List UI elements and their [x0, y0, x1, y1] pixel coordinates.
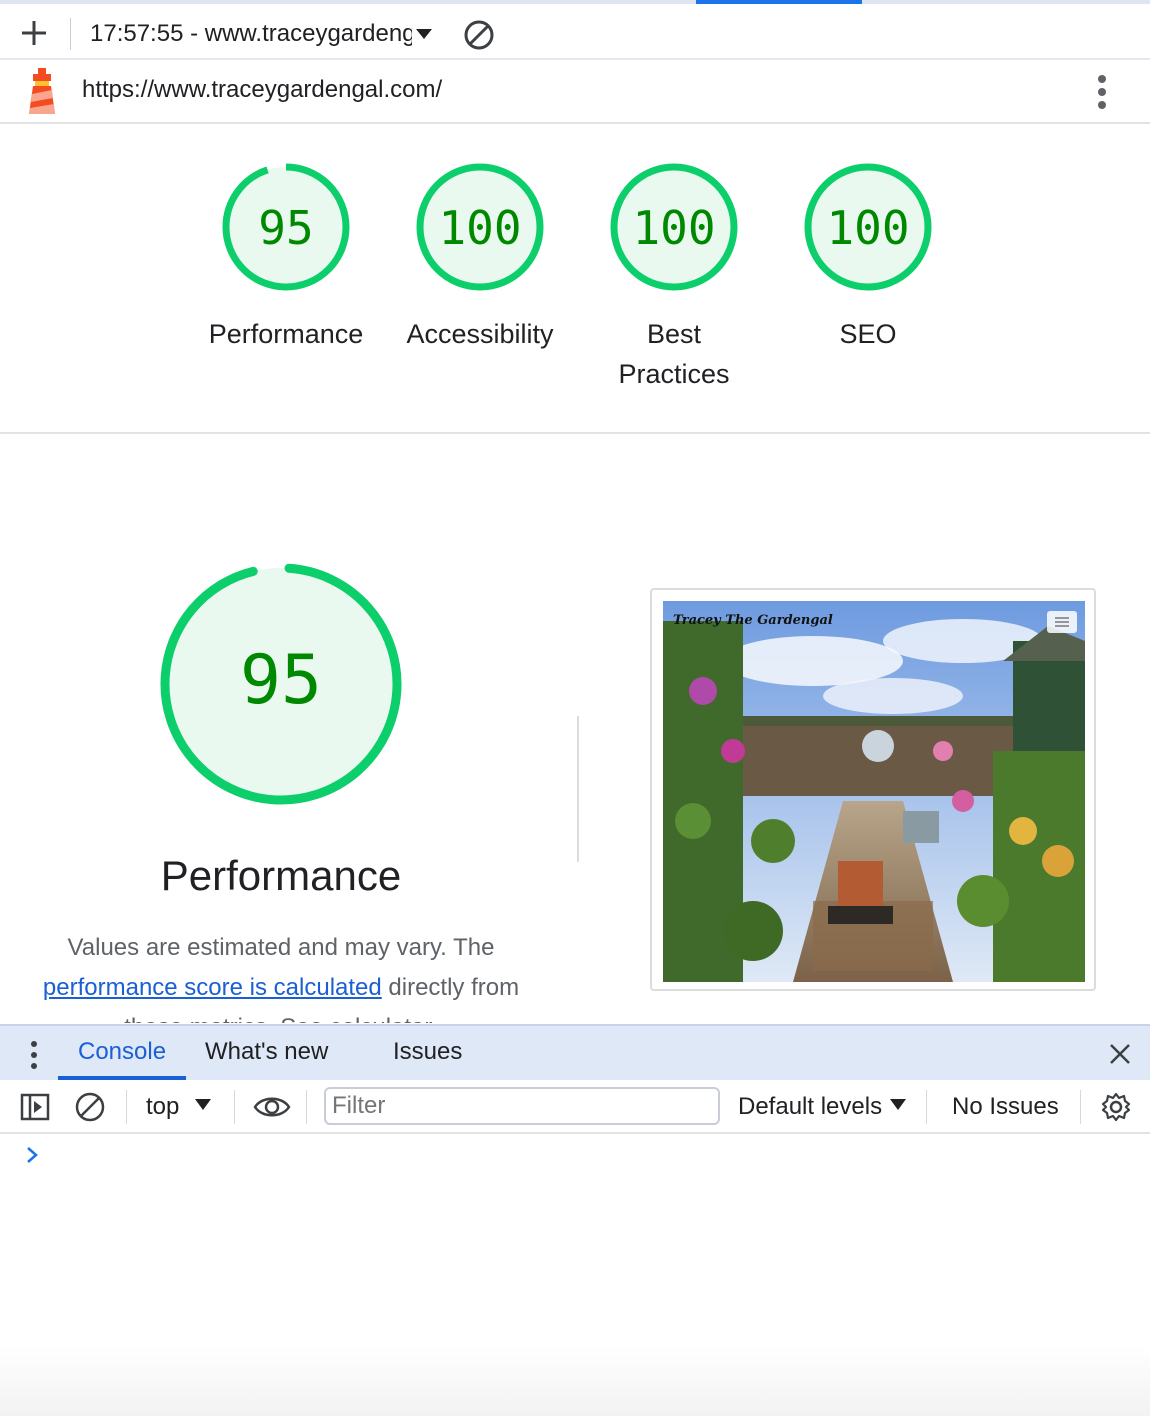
drawer-tab-bar: Console What's new Issues	[0, 1024, 1150, 1080]
report-selector-label: 17:57:55 - www.traceygardengal.com	[90, 20, 412, 47]
report-url[interactable]: https://www.traceygardengal.com/	[82, 76, 442, 104]
gauge-performance[interactable]: 95 Performance	[196, 162, 376, 354]
performance-gauge-large: 95	[140, 560, 422, 810]
gauge-best-practices[interactable]: 100 Best Practices	[584, 162, 764, 394]
toolbar-divider	[70, 18, 71, 50]
toolbar-divider	[926, 1090, 927, 1124]
final-screenshot[interactable]: Tracey The Gardengal	[650, 588, 1096, 991]
tab-issues[interactable]: Issues	[393, 1038, 462, 1066]
screenshot-site-title: Tracey The Gardengal	[673, 613, 833, 628]
console-toolbar: top Default levels No Issues	[0, 1080, 1150, 1134]
toolbar-divider	[126, 1090, 127, 1124]
hamburger-menu-icon	[1047, 611, 1077, 633]
context-label: top	[146, 1093, 180, 1120]
gauge-score: 95	[258, 201, 313, 255]
sidebar-toggle-icon[interactable]	[20, 1092, 50, 1122]
context-selector[interactable]: top	[146, 1093, 212, 1121]
clear-console-icon[interactable]	[74, 1091, 106, 1123]
log-levels-label: Default levels	[738, 1093, 883, 1120]
log-levels-dropdown[interactable]: Default levels	[738, 1093, 907, 1121]
gear-icon[interactable]	[1100, 1091, 1132, 1123]
performance-score: 95	[240, 641, 322, 720]
filter-input[interactable]	[324, 1087, 720, 1125]
gauge-seo[interactable]: 100 SEO	[778, 162, 958, 354]
tab-console[interactable]: Console	[78, 1038, 166, 1066]
plus-icon[interactable]	[18, 17, 50, 49]
gauge-score: 100	[826, 201, 909, 255]
chevron-down-icon	[416, 29, 432, 39]
gauge-ring: 95	[222, 163, 350, 291]
gauge-ring: 100	[610, 163, 738, 291]
report-selector[interactable]: 17:57:55 - www.traceygardengal.com	[90, 16, 440, 52]
toolbar-divider	[306, 1090, 307, 1124]
section-divider	[577, 716, 579, 862]
gauge-ring: 100	[804, 163, 932, 291]
garden-screenshot-image: Tracey The Gardengal	[663, 601, 1085, 982]
gauge-label: SEO	[839, 319, 897, 349]
close-icon[interactable]	[1106, 1040, 1134, 1068]
more-tabs-icon[interactable]	[24, 1040, 44, 1070]
report-run-bar: 17:57:55 - www.traceygardengal.com	[0, 0, 1150, 60]
chevron-down-icon	[195, 1099, 212, 1111]
eye-icon[interactable]	[252, 1092, 292, 1122]
gauge-accessibility[interactable]: 100 Accessibility	[390, 162, 570, 354]
performance-gauge-ring: 95	[160, 563, 402, 805]
tab-whats-new[interactable]: What's new	[205, 1038, 328, 1066]
garden-photo	[663, 601, 1085, 982]
chevron-down-icon	[890, 1099, 907, 1111]
gauge-label: Performance	[208, 319, 364, 349]
gauge-label: Best Practices	[618, 319, 730, 389]
clear-icon[interactable]	[462, 18, 496, 52]
description-text: Values are estimated and may vary. The	[67, 934, 495, 961]
gauge-label: Accessibility	[406, 319, 554, 349]
performance-title: Performance	[160, 852, 402, 899]
kebab-menu-icon[interactable]	[1092, 74, 1112, 110]
performance-description: Values are estimated and may vary. The p…	[30, 928, 532, 1023]
gauge-ring: 100	[416, 163, 544, 291]
console-output[interactable]	[0, 1136, 1150, 1416]
score-gauges: 95 Performance 100 Accessibility 100 Bes…	[0, 124, 1150, 434]
toolbar-divider	[234, 1090, 235, 1124]
score-calculation-link[interactable]: performance score is calculated	[43, 974, 382, 1001]
active-indicator	[696, 0, 862, 4]
lighthouse-icon	[29, 68, 55, 114]
issues-counter[interactable]: No Issues	[952, 1093, 1059, 1121]
gauge-score: 100	[632, 201, 715, 255]
toolbar-divider	[1080, 1090, 1081, 1124]
report-url-bar: https://www.traceygardengal.com/	[0, 60, 1150, 124]
gauge-score: 100	[438, 201, 521, 255]
console-prompt-icon	[27, 1147, 38, 1163]
